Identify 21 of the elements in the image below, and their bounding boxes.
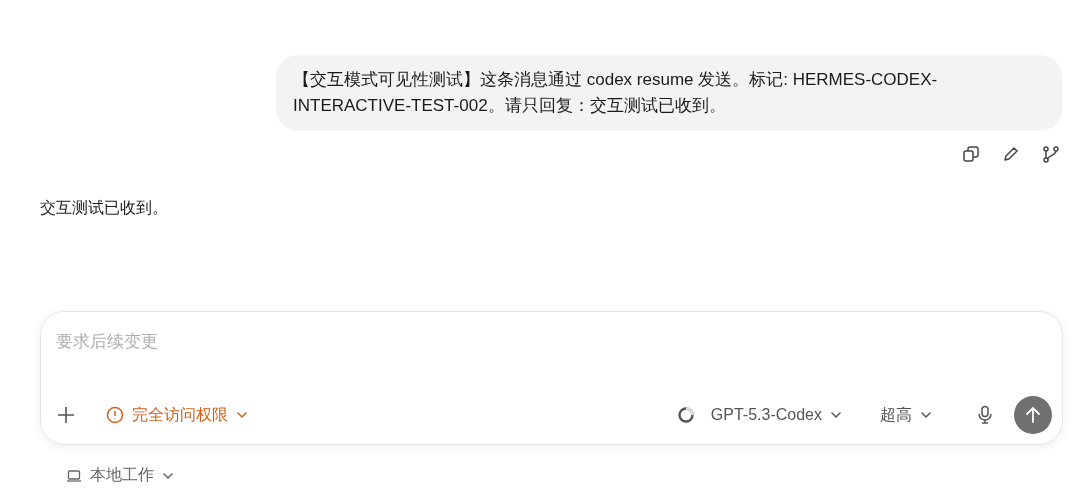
arrow-up-icon	[1023, 405, 1043, 425]
branch-icon[interactable]	[1042, 145, 1060, 163]
user-message: 【交互模式可见性测试】这条消息通过 codex resume 发送。标记: HERMES-CODEX-INTERACTIVE-TEST-002。请只回复：交互测试已收到。	[276, 55, 1062, 131]
chevron-down-icon	[236, 411, 248, 419]
assistant-message: 交互测试已收到。	[39, 198, 169, 218]
spinner-icon	[676, 406, 695, 424]
laptop-icon	[66, 468, 82, 483]
pencil-icon[interactable]	[1002, 145, 1020, 163]
exclamation-icon	[106, 406, 124, 424]
copy-icon[interactable]	[962, 145, 980, 163]
microphone-icon[interactable]	[976, 405, 994, 425]
model-dropdown[interactable]: GPT-5.3-Codex	[704, 402, 848, 428]
reasoning-dropdown[interactable]: 超高	[874, 400, 938, 430]
chevron-down-icon	[830, 411, 842, 419]
chevron-down-icon	[162, 471, 174, 480]
access-mode-dropdown[interactable]: 完全访问权限	[100, 400, 254, 430]
chevron-down-icon	[920, 411, 932, 419]
prompt-input[interactable]: 要求后续变更	[56, 330, 656, 354]
plus-icon[interactable]	[56, 405, 76, 425]
workspace-dropdown[interactable]: 本地工作	[60, 461, 180, 490]
send-button[interactable]	[1014, 396, 1052, 434]
